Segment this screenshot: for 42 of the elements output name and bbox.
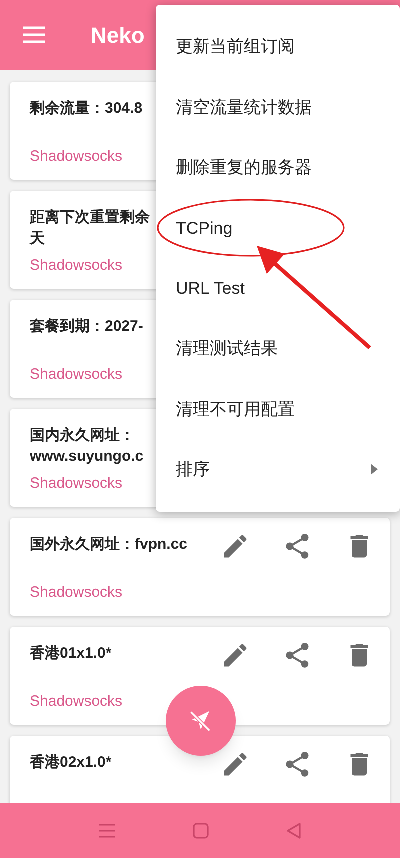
menu-item-label: 排序 — [176, 459, 210, 482]
protocol-label: Shadowsocks — [30, 146, 123, 166]
menu-item-label: 清空流量统计数据 — [176, 96, 312, 119]
menu-item[interactable]: 更新当前组订阅 — [156, 17, 400, 78]
menu-item[interactable]: 排序 — [156, 440, 400, 500]
menu-item[interactable]: 删除重复的服务器 — [156, 138, 400, 198]
menu-item[interactable]: 清空流量统计数据 — [156, 77, 400, 138]
protocol-label: Shadowsocks — [30, 692, 123, 712]
server-name: 套餐到期：2027- — [30, 317, 144, 337]
server-card[interactable]: 香港01x1.0* Shadowsocks — [10, 627, 390, 725]
protocol-label: Shadowsocks — [30, 582, 123, 602]
pencil-icon[interactable] — [223, 643, 248, 668]
server-name: 距离下次重置剩余 — [30, 208, 150, 228]
menu-item-label: 清理测试结果 — [176, 338, 278, 360]
server-card[interactable]: 香港02x1.0* — [10, 736, 390, 803]
server-name: 国外永久网址：fvpn.cc — [30, 535, 188, 555]
server-name: 国内永久网址： — [30, 426, 136, 446]
menu-item[interactable]: URL Test — [156, 258, 400, 319]
server-name: www.suyungo.c — [30, 447, 144, 467]
server-name: 香港02x1.0* — [30, 753, 112, 773]
protocol-label: Shadowsocks — [30, 256, 123, 276]
share-icon[interactable] — [285, 534, 310, 559]
menu-item[interactable]: 清理不可用配置 — [156, 379, 400, 440]
server-card[interactable]: 国外永久网址：fvpn.cc Shadowsocks — [10, 518, 390, 616]
menu-item[interactable]: TCPing — [156, 198, 400, 258]
menu-item[interactable]: 清理测试结果 — [156, 318, 400, 380]
protocol-label: Shadowsocks — [30, 364, 123, 384]
app-title: Neko — [91, 22, 145, 50]
menu-item-label: 删除重复的服务器 — [176, 157, 312, 180]
server-name: 天 — [30, 229, 46, 249]
menu-item-label: TCPing — [176, 218, 233, 240]
server-name: 剩余流量：304.8 — [30, 99, 143, 119]
pencil-icon[interactable] — [223, 534, 248, 559]
menu-item-label: 更新当前组订阅 — [176, 36, 295, 58]
server-name: 香港01x1.0* — [30, 644, 112, 664]
menu-item-label: URL Test — [176, 278, 245, 300]
share-icon[interactable] — [285, 643, 310, 668]
protocol-label: Shadowsocks — [30, 474, 123, 494]
menu-item-label: 清理不可用配置 — [176, 398, 295, 421]
pencil-icon[interactable] — [223, 752, 248, 777]
submenu-arrow-icon — [371, 464, 378, 476]
share-icon[interactable] — [285, 752, 310, 777]
